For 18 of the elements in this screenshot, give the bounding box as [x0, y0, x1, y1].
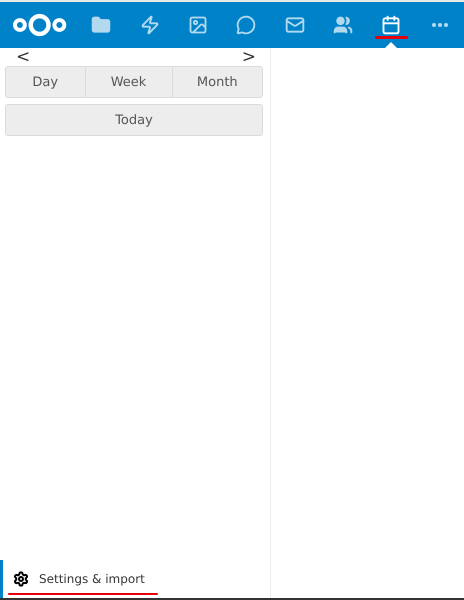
settings-icon [13, 571, 29, 587]
lightning-icon [140, 15, 160, 35]
previous-button[interactable]: < [14, 49, 32, 65]
view-button[interactable]: Month [172, 66, 263, 98]
view-button[interactable]: Week [84, 66, 173, 98]
folder-icon [91, 15, 112, 35]
calendar-icon [381, 15, 402, 35]
people-icon [333, 15, 354, 35]
next-button[interactable]: > [240, 49, 258, 65]
today-button[interactable]: Today [5, 104, 263, 136]
view-button[interactable]: Day [5, 66, 86, 98]
active-indicator [385, 42, 398, 48]
logo-icon[interactable] [12, 12, 68, 38]
annotation-underline [375, 36, 408, 39]
more-icon [432, 23, 448, 27]
envelope-icon [284, 15, 305, 35]
image-icon [188, 15, 208, 35]
speech-bubble-icon [236, 15, 256, 35]
